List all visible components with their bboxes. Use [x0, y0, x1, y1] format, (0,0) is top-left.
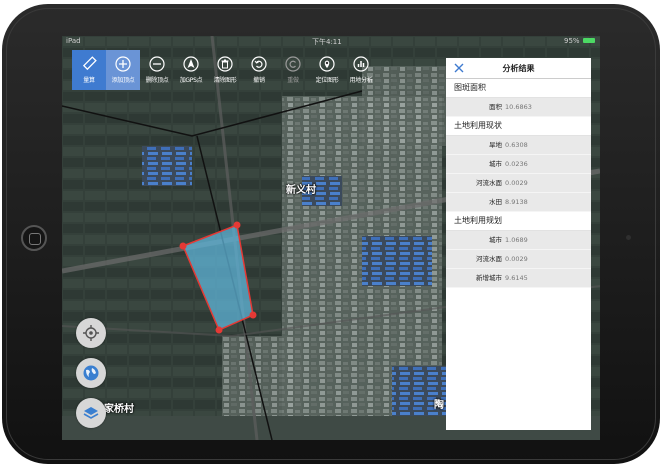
- clear-shape-button[interactable]: 清除图形: [208, 50, 242, 90]
- panel-header: 分析结果: [446, 58, 591, 79]
- ruler-icon: [81, 55, 98, 72]
- toolbar-label: 重做: [287, 77, 299, 84]
- toolbar-label: 定位图形: [315, 77, 339, 84]
- result-key: 河流水面: [476, 255, 502, 263]
- undo-button[interactable]: 撤销: [242, 50, 276, 90]
- home-button[interactable]: [21, 225, 47, 251]
- locate-me-button[interactable]: [76, 318, 106, 348]
- map-toolbar: 量算 添加顶点 删除顶点 加GPS点 清除图形 撤销 重做 定位图形 用地分析: [72, 50, 378, 90]
- land-analysis-button[interactable]: 用地分析: [344, 50, 378, 90]
- result-key: 城市: [489, 236, 502, 244]
- toolbar-label: 撤销: [253, 77, 265, 84]
- status-bar: iPad 下午4:11 95%: [62, 36, 600, 46]
- result-row: 河流水面 0.0029: [446, 250, 591, 269]
- polygon-vertex[interactable]: [233, 221, 241, 229]
- result-value: 1.0689: [505, 236, 528, 244]
- result-row: 水田 8.9138: [446, 193, 591, 212]
- result-value: 8.9138: [505, 198, 528, 206]
- result-key: 水田: [489, 198, 502, 206]
- result-key: 河流水面: [476, 179, 502, 187]
- toolbar-label: 量算: [83, 77, 95, 84]
- carrier-label: iPad: [66, 37, 81, 45]
- section-title: 土地利用现状: [446, 117, 591, 136]
- place-label-partial: 陶: [434, 400, 444, 411]
- result-row: 面积 10.6863: [446, 98, 591, 117]
- toolbar-label: 清除图形: [213, 77, 237, 84]
- minus-circle-icon: [149, 55, 166, 72]
- result-row: 河流水面 0.0029: [446, 174, 591, 193]
- crosshair-icon: [83, 325, 99, 341]
- toolbar-label: 添加顶点: [111, 77, 135, 84]
- ipad-frame: 新义村 家桥村 陶 iPad 下午4:11 95% 量算 添加顶点 删除顶点 加…: [2, 4, 660, 464]
- add-vertex-button[interactable]: 添加顶点: [106, 50, 140, 90]
- locate-shape-button[interactable]: 定位图形: [310, 50, 344, 90]
- result-row: 城市 0.0236: [446, 155, 591, 174]
- layers-button[interactable]: [76, 398, 106, 428]
- result-key: 旱地: [489, 141, 502, 149]
- globe-icon: [83, 365, 99, 381]
- place-label-jiaqiao: 家桥村: [104, 404, 134, 415]
- result-value: 9.6145: [505, 274, 528, 282]
- redo-icon: [285, 55, 302, 72]
- app-screen: 新义村 家桥村 陶 iPad 下午4:11 95% 量算 添加顶点 删除顶点 加…: [62, 36, 600, 440]
- plus-circle-icon: [115, 55, 132, 72]
- analysis-result-panel: 分析结果 图斑面积 面积 10.6863 土地利用现状 旱地 0.6308 城市…: [446, 58, 591, 430]
- polygon-vertex[interactable]: [215, 326, 223, 334]
- basemap-button[interactable]: [76, 358, 106, 388]
- result-value: 0.6308: [505, 141, 528, 149]
- place-label-xinyi: 新义村: [286, 185, 316, 196]
- result-value: 0.0236: [505, 160, 528, 168]
- result-row: 新增城市 9.6145: [446, 269, 591, 288]
- battery-icon: [583, 38, 595, 43]
- trash-icon: [217, 55, 234, 72]
- redo-button[interactable]: 重做: [276, 50, 310, 90]
- status-time: 下午4:11: [312, 38, 342, 46]
- result-key: 面积: [489, 103, 502, 111]
- add-gps-point-button[interactable]: 加GPS点: [174, 50, 208, 90]
- toolbar-label: 用地分析: [349, 77, 373, 84]
- polygon-vertex[interactable]: [249, 311, 257, 319]
- locate-pin-icon: [319, 55, 336, 72]
- toolbar-label: 加GPS点: [179, 77, 203, 84]
- close-icon[interactable]: [452, 61, 466, 75]
- gps-point-icon: [183, 55, 200, 72]
- result-value: 10.6863: [505, 103, 532, 111]
- result-key: 新增城市: [476, 274, 502, 282]
- camera-dot: [626, 235, 631, 240]
- result-row: 旱地 0.6308: [446, 136, 591, 155]
- bar-chart-icon: [353, 55, 370, 72]
- battery-label: 95%: [564, 37, 580, 45]
- panel-title: 分析结果: [502, 63, 535, 73]
- layers-icon: [83, 407, 99, 419]
- result-row: 城市 1.0689: [446, 231, 591, 250]
- delete-vertex-button[interactable]: 删除顶点: [140, 50, 174, 90]
- undo-icon: [251, 55, 268, 72]
- measure-button[interactable]: 量算: [72, 50, 106, 90]
- result-value: 0.0029: [505, 255, 528, 263]
- polygon-vertex[interactable]: [179, 242, 187, 250]
- result-key: 城市: [489, 160, 502, 168]
- section-title: 图斑面积: [446, 79, 591, 98]
- result-value: 0.0029: [505, 179, 528, 187]
- section-title: 土地利用规划: [446, 212, 591, 231]
- toolbar-label: 删除顶点: [145, 77, 169, 84]
